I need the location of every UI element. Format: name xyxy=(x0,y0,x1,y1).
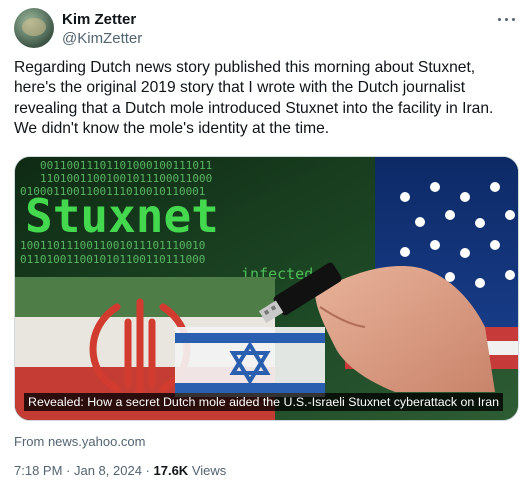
avatar[interactable] xyxy=(14,8,54,48)
link-card-image[interactable]: 00110011101101000100111011 1101001100100… xyxy=(14,156,519,421)
tweet-header: Kim Zetter @KimZetter xyxy=(14,8,518,48)
views-count[interactable]: 17.6K xyxy=(154,463,189,478)
card-illustration: 00110011101101000100111011 1101001100100… xyxy=(15,157,518,420)
tweet-meta: 7:18 PM · Jan 8, 2024 · 17.6K Views xyxy=(14,463,226,479)
tweet-date[interactable]: Jan 8, 2024 xyxy=(74,463,142,478)
meta-separator-2: · xyxy=(141,463,154,478)
card-source-link[interactable]: From news.yahoo.com xyxy=(14,434,146,450)
author-handle[interactable]: @KimZetter xyxy=(62,30,142,48)
card-caption: Revealed: How a secret Dutch mole aided … xyxy=(24,393,504,411)
tweet-time[interactable]: 7:18 PM xyxy=(14,463,62,478)
author-display-name[interactable]: Kim Zetter xyxy=(62,11,142,29)
views-label: Views xyxy=(188,463,227,478)
tweet-text: Regarding Dutch news story published thi… xyxy=(14,59,494,138)
svg-text:11010011001001011100011000: 11010011001001011100011000 xyxy=(40,172,212,185)
image-title-text: Stuxnet xyxy=(25,189,219,243)
svg-text:0110100110010101100110111000: 0110100110010101100110111000 xyxy=(20,253,205,266)
author-names: Kim Zetter @KimZetter xyxy=(62,11,142,48)
more-options-button[interactable] xyxy=(496,8,518,30)
svg-text:00110011101101000100111011: 00110011101101000100111011 xyxy=(40,159,212,172)
meta-separator: · xyxy=(62,463,74,478)
